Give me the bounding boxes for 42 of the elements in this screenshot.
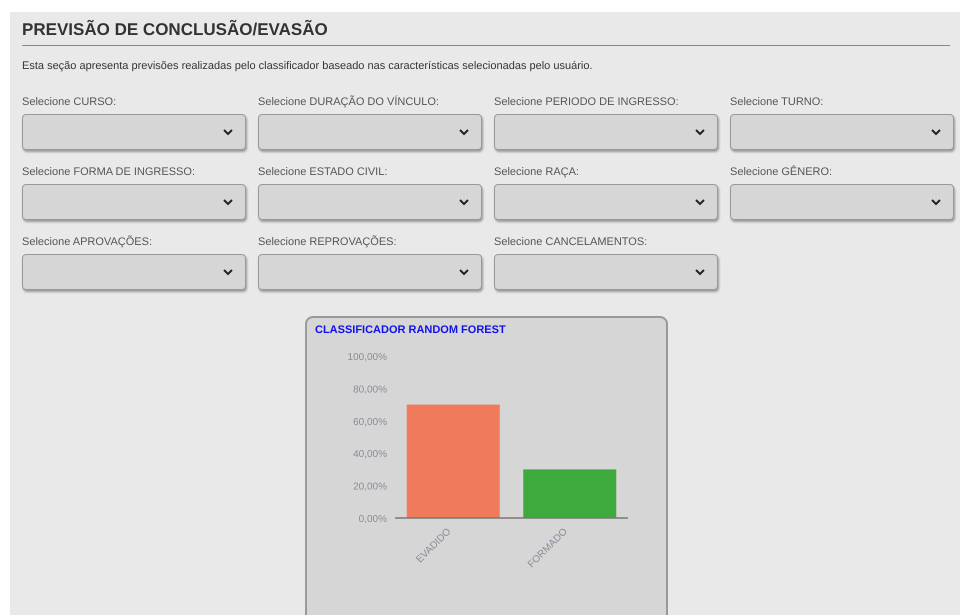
chevron-down-icon (459, 128, 469, 136)
field-label: Selecione TURNO: (730, 96, 824, 108)
chevron-down-icon (459, 268, 469, 276)
field-label: Selecione GÊNERO: (730, 166, 834, 178)
field-label: Selecione RAÇA: (494, 166, 580, 178)
field-label: Selecione CANCELAMENTOS: (494, 236, 648, 248)
dropdown[interactable] (22, 184, 246, 220)
field-label: Selecione FORMA DE INGRESSO: (22, 166, 196, 178)
y-tick-label: 40,00% (353, 449, 387, 460)
field-label: Selecione REPROVAÇÕES: (258, 236, 398, 248)
dropdown[interactable] (494, 254, 718, 290)
dropdown[interactable] (258, 254, 482, 290)
y-tick-label: 0,00% (358, 514, 387, 525)
y-tick-label: 80,00% (353, 384, 387, 396)
field-label: Selecione APROVAÇÕES: (22, 236, 154, 248)
y-tick-label: 100,00% (348, 352, 387, 363)
dropdown[interactable] (730, 114, 954, 150)
field-label: Selecione DURAÇÃO DO VÍNCULO: (258, 96, 440, 108)
chevron-down-icon (695, 198, 705, 206)
dropdown[interactable] (730, 184, 954, 220)
chevron-down-icon (695, 268, 705, 276)
dropdown[interactable] (22, 254, 246, 290)
field-label: Selecione ESTADO CIVIL: (258, 166, 388, 178)
chevron-down-icon (931, 198, 941, 206)
field-label: Selecione PERIODO DE INGRESSO: (494, 96, 680, 108)
dropdown[interactable] (494, 184, 718, 220)
chart-title: CLASSIFICADOR RANDOM FOREST (315, 324, 506, 336)
chevron-down-icon (223, 268, 233, 276)
dropdown[interactable] (494, 114, 718, 150)
chevron-down-icon (223, 128, 233, 136)
dropdown[interactable] (258, 184, 482, 220)
field-label: Selecione CURSO: (22, 96, 118, 108)
chevron-down-icon (695, 128, 705, 136)
chevron-down-icon (931, 128, 941, 136)
y-tick-label: 20,00% (353, 482, 387, 493)
section-title: PREVISÃO DE CONCLUSÃO/EVASÃO (22, 20, 950, 46)
dropdown[interactable] (258, 114, 482, 150)
chevron-down-icon (223, 198, 233, 206)
y-tick-label: 60,00% (353, 416, 387, 428)
section-description: Esta seção apresenta previsões realizadas pelo classificador baseado nas características selecionadas pelo usuário. (22, 60, 594, 72)
dropdown[interactable] (22, 114, 246, 150)
chevron-down-icon (459, 198, 469, 206)
